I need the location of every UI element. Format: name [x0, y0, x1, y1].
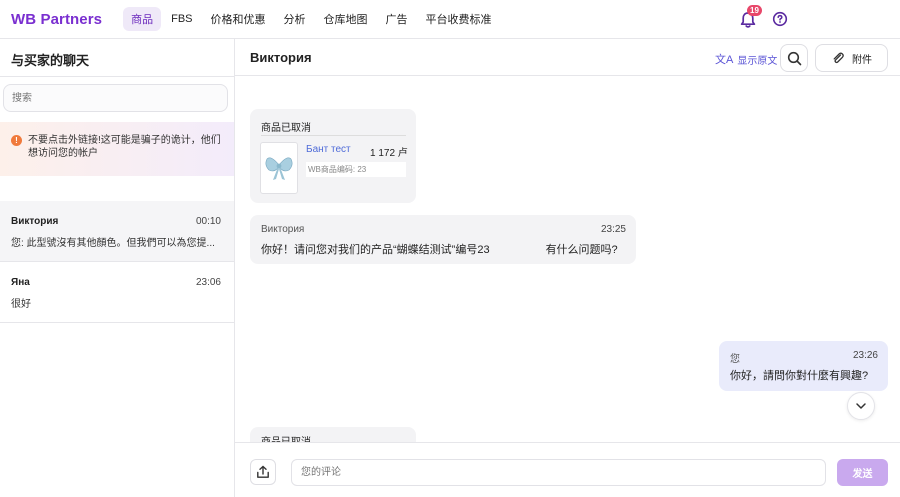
- product-status: 商品已取消: [261, 123, 311, 134]
- send-button[interactable]: 发送: [837, 459, 888, 486]
- search-input[interactable]: [3, 84, 228, 112]
- comment-input[interactable]: [291, 459, 826, 486]
- chat-list-panel: 与买家的聊天 ! 不要点击外链接!这可能是骗子的诡计，他们想访问您的帐户 Вик…: [0, 39, 235, 497]
- header-divider: [0, 76, 235, 77]
- security-warning: ! 不要点击外链接!这可能是骗子的诡计，他们想访问您的帐户: [0, 122, 234, 176]
- message-area[interactable]: 商品已取消 Бант тест 1 172 卢布 WB商品编码: 23 Викт…: [235, 77, 900, 442]
- nav-item-warehouse-map[interactable]: 仓库地图: [316, 7, 376, 31]
- product-card: 商品已取消 Бант тест 1 172 卢布 WB商品编码: 23: [250, 109, 416, 203]
- product-sku: WB商品编码: 23: [306, 162, 406, 177]
- search-messages-button[interactable]: [780, 44, 808, 72]
- chat-list-title: 与买家的聊天: [11, 53, 90, 68]
- nav-item-analytics[interactable]: 分析: [276, 7, 314, 31]
- chat-item-divider: [0, 322, 234, 323]
- scroll-to-bottom-button[interactable]: [847, 392, 875, 420]
- nav-item-tariffs[interactable]: 平台收费标准: [418, 7, 500, 31]
- nav-item-fbs[interactable]: FBS: [163, 9, 200, 29]
- bow-image: [265, 157, 293, 180]
- chat-item-name: Виктория: [11, 216, 59, 227]
- conversation-panel: Виктория 文A 显示原文 附件 商品已取消 Бант тест 1 17…: [235, 39, 900, 497]
- nav-item-goods[interactable]: 商品: [123, 7, 162, 31]
- nav-item-prices[interactable]: 价格和优惠: [203, 7, 274, 31]
- upload-button[interactable]: [250, 459, 276, 485]
- message-text-end: 有什么问题吗?: [545, 244, 618, 256]
- product-card: 商品已取消: [250, 427, 416, 442]
- paperclip-icon: [833, 52, 844, 64]
- help-icon[interactable]: [772, 11, 788, 27]
- conversation-header: Виктория 文A 显示原文 附件: [235, 39, 900, 76]
- search-icon: [787, 51, 802, 66]
- message-time: 23:25: [600, 224, 626, 235]
- attach-label: 附件: [852, 54, 872, 66]
- message-bubble-outgoing: 您 23:26 你好，請問你對什麼有興趣?: [719, 341, 888, 391]
- message-sender: 您: [730, 354, 740, 365]
- product-status: 商品已取消: [261, 433, 311, 442]
- notification-badge: 19: [747, 5, 762, 16]
- product-thumbnail[interactable]: [260, 142, 298, 194]
- message-text-start: 你好！请问您对我们的产品“蝴蝶结测试”编号23: [261, 244, 490, 256]
- show-original-button[interactable]: 文A 显示原文: [715, 51, 777, 67]
- warning-icon: !: [11, 135, 22, 146]
- message-bubble-incoming: Виктория 23:25 你好！请问您对我们的产品“蝴蝶结测试”编号23 有什…: [250, 215, 636, 264]
- main-menu: 商品 FBS 价格和优惠 分析 仓库地图 广告 平台收费标准: [123, 7, 501, 31]
- app-logo[interactable]: WB Partners: [11, 11, 102, 28]
- upload-icon: [257, 465, 269, 478]
- chevron-down-icon: [856, 403, 866, 409]
- message-text: 你好，請問你對什麼有興趣?: [730, 370, 869, 382]
- attach-button[interactable]: 附件: [815, 44, 888, 72]
- card-divider: [261, 135, 406, 136]
- show-original-label: 显示原文: [737, 55, 778, 67]
- message-composer: 发送: [235, 442, 900, 497]
- product-name-link[interactable]: Бант тест: [306, 144, 351, 155]
- chat-item-name: Яна: [11, 277, 30, 288]
- top-navigation: WB Partners 商品 FBS 价格和优惠 分析 仓库地图 广告 平台收费…: [0, 0, 900, 39]
- chat-item-preview: 很好: [11, 299, 31, 310]
- chat-item-time: 23:06: [195, 277, 221, 288]
- message-time: 23:26: [852, 350, 878, 361]
- message-text: 你好！请问您对我们的产品“蝴蝶结测试”编号23 有什么问题吗?: [261, 241, 618, 257]
- chat-item-yana[interactable]: Яна 23:06 很好: [0, 262, 234, 323]
- warning-text: 不要点击外链接!这可能是骗子的诡计，他们想访问您的帐户: [28, 135, 221, 159]
- nav-item-ads[interactable]: 广告: [378, 7, 416, 31]
- message-sender: Виктория: [261, 224, 305, 235]
- chat-item-time: 00:10: [195, 216, 221, 227]
- chat-item-preview: 您: 此型號沒有其他顏色。但我們可以為您提...: [11, 238, 215, 249]
- chat-item-viktoriya[interactable]: Виктория 00:10 您: 此型號沒有其他顏色。但我們可以為您提...: [0, 201, 234, 262]
- redacted-area: [489, 243, 546, 257]
- translate-icon: 文A: [715, 54, 734, 66]
- conversation-title: Виктория: [250, 50, 312, 65]
